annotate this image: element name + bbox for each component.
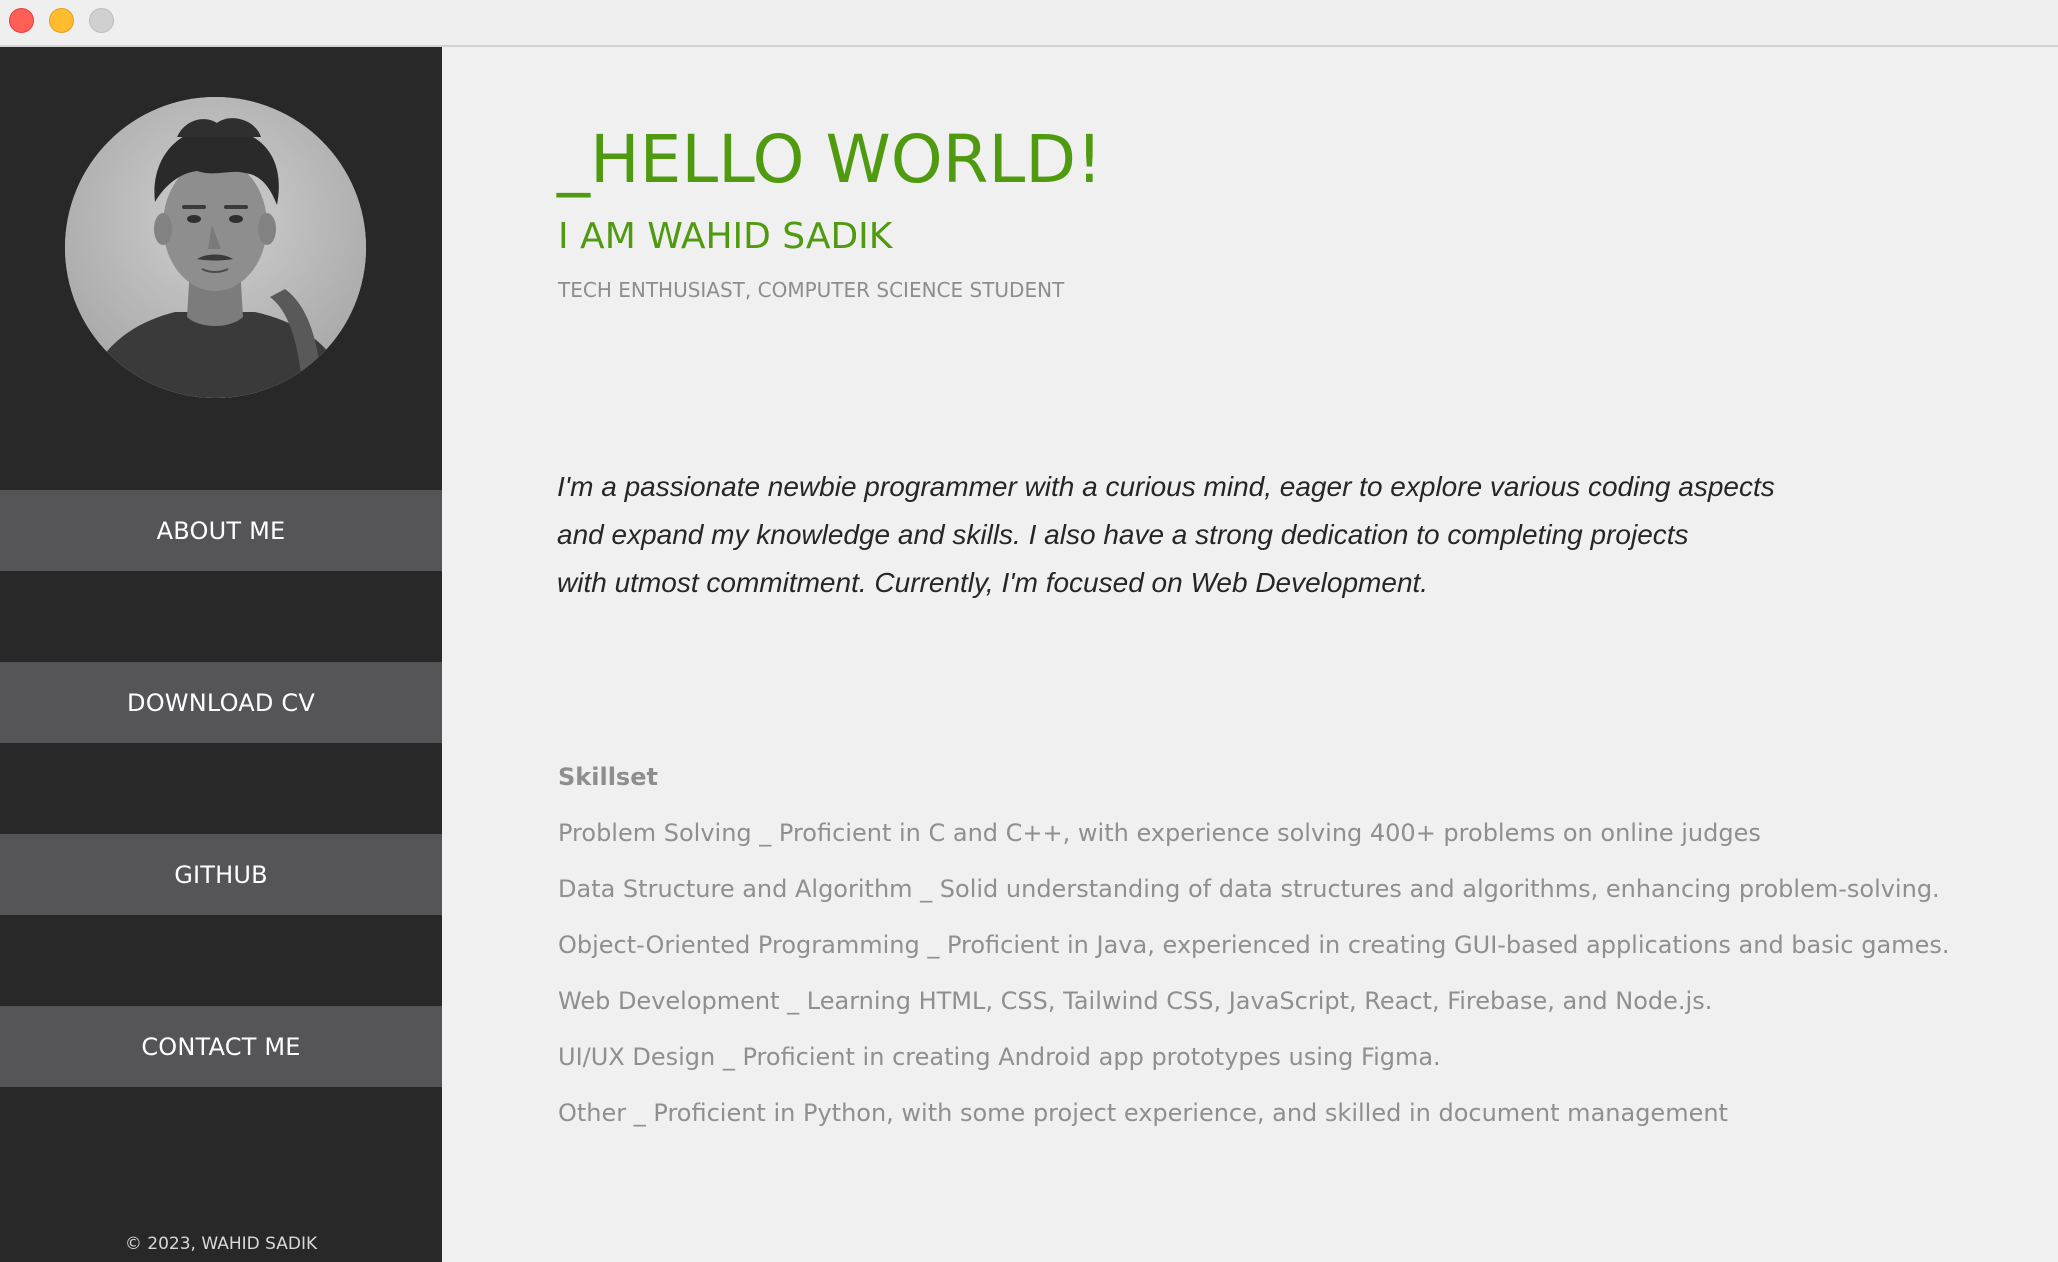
nav-download-cv-button[interactable]: DOWNLOAD CV — [0, 662, 442, 743]
maximize-window-button[interactable] — [89, 8, 114, 33]
minimize-window-button[interactable] — [49, 8, 74, 33]
skill-item: Data Structure and Algorithm _ Solid und… — [558, 875, 1940, 903]
nav-contact-me-label: CONTACT ME — [141, 1032, 301, 1061]
close-window-button[interactable] — [9, 8, 34, 33]
browser-window: ABOUT ME DOWNLOAD CV GITHUB CONTACT ME ©… — [0, 0, 2058, 1262]
name-heading: I AM WAHID SADIK — [558, 216, 893, 257]
skill-item: Problem Solving _ Proficient in C and C+… — [558, 819, 1761, 847]
subtitle: TECH ENTHUSIAST, COMPUTER SCIENCE STUDEN… — [558, 278, 1065, 302]
profile-photo-icon — [65, 97, 366, 398]
skill-item: Other _ Proficient in Python, with some … — [558, 1099, 1728, 1127]
greeting-heading: _HELLO WORLD! — [557, 121, 1103, 198]
nav-about-me-button[interactable]: ABOUT ME — [0, 490, 442, 571]
bio-line: and expand my knowledge and skills. I al… — [557, 519, 1689, 550]
copyright-footer: © 2023, WAHID SADIK — [124, 1234, 318, 1254]
window-titlebar — [0, 0, 2058, 47]
sidebar: ABOUT ME DOWNLOAD CV GITHUB CONTACT ME ©… — [0, 47, 442, 1262]
bio-line: with utmost commitment. Currently, I'm f… — [557, 567, 1429, 598]
bio-line: I'm a passionate newbie programmer with … — [557, 471, 1775, 502]
nav-contact-me-button[interactable]: CONTACT ME — [0, 1006, 442, 1087]
skills-list: Problem Solving _ Proficient in C and C+… — [558, 817, 1949, 1153]
skill-item: Web Development _ Learning HTML, CSS, Ta… — [558, 987, 1713, 1015]
skill-item: Object-Oriented Programming _ Proficient… — [558, 931, 1950, 959]
avatar — [65, 97, 366, 398]
bio-paragraph: I'm a passionate newbie programmer with … — [557, 463, 1857, 607]
nav-github-label: GITHUB — [174, 860, 268, 889]
skill-item: UI/UX Design _ Proficient in creating An… — [558, 1043, 1441, 1071]
nav-github-button[interactable]: GITHUB — [0, 834, 442, 915]
skillset-heading: Skillset — [558, 763, 658, 791]
main-content: _HELLO WORLD! I AM WAHID SADIK TECH ENTH… — [442, 47, 2058, 1262]
nav-download-cv-label: DOWNLOAD CV — [127, 688, 315, 717]
nav-about-me-label: ABOUT ME — [156, 516, 286, 545]
